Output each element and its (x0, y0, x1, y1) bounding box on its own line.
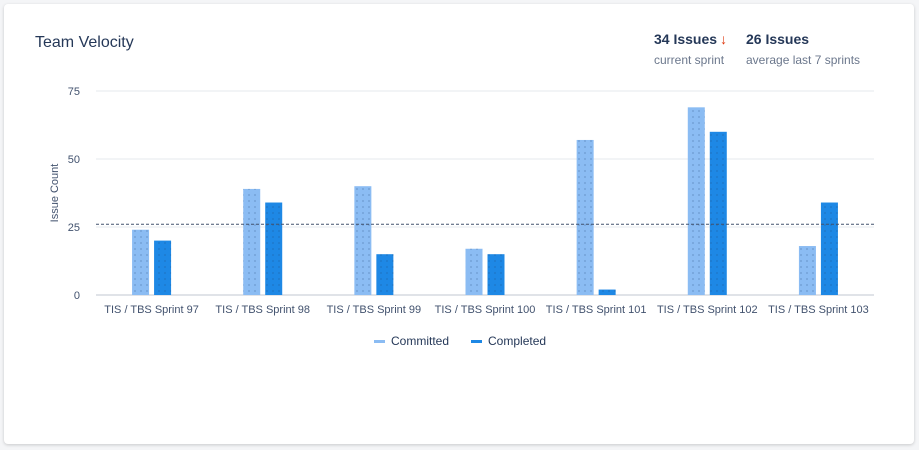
y-tick-label: 75 (68, 86, 80, 98)
velocity-chart: 0 25 50 75 Issue Count TIS / TBS Sprint 97 TIS… (49, 86, 874, 316)
x-tick-label: TIS / TBS Sprint 103 (768, 304, 869, 316)
bar-texture (687, 107, 705, 295)
bar-texture (820, 202, 838, 295)
bar-texture (798, 246, 816, 295)
bar-texture (487, 254, 505, 295)
bar-texture (709, 131, 727, 295)
y-tick-label: 25 (68, 222, 80, 234)
bar-texture (376, 254, 394, 295)
bar-texture (132, 229, 150, 295)
x-tick-label: TIS / TBS Sprint 101 (546, 304, 647, 316)
bar-texture (598, 289, 616, 295)
bar-texture (354, 186, 372, 295)
y-tick-label: 50 (68, 154, 80, 166)
bar-texture (243, 188, 261, 295)
x-tick-label: TIS / TBS Sprint 100 (435, 304, 536, 316)
x-tick-label: TIS / TBS Sprint 99 (327, 304, 422, 316)
x-tick-label: TIS / TBS Sprint 102 (657, 304, 758, 316)
bar-texture (576, 139, 594, 295)
y-tick-label: 0 (74, 290, 80, 302)
bar-texture (465, 248, 483, 295)
bar-texture (265, 202, 283, 295)
x-tick-label: TIS / TBS Sprint 97 (104, 304, 199, 316)
y-axis-label: Issue Count (49, 164, 61, 223)
x-tick-label: TIS / TBS Sprint 98 (215, 304, 310, 316)
bar-texture (154, 240, 172, 295)
